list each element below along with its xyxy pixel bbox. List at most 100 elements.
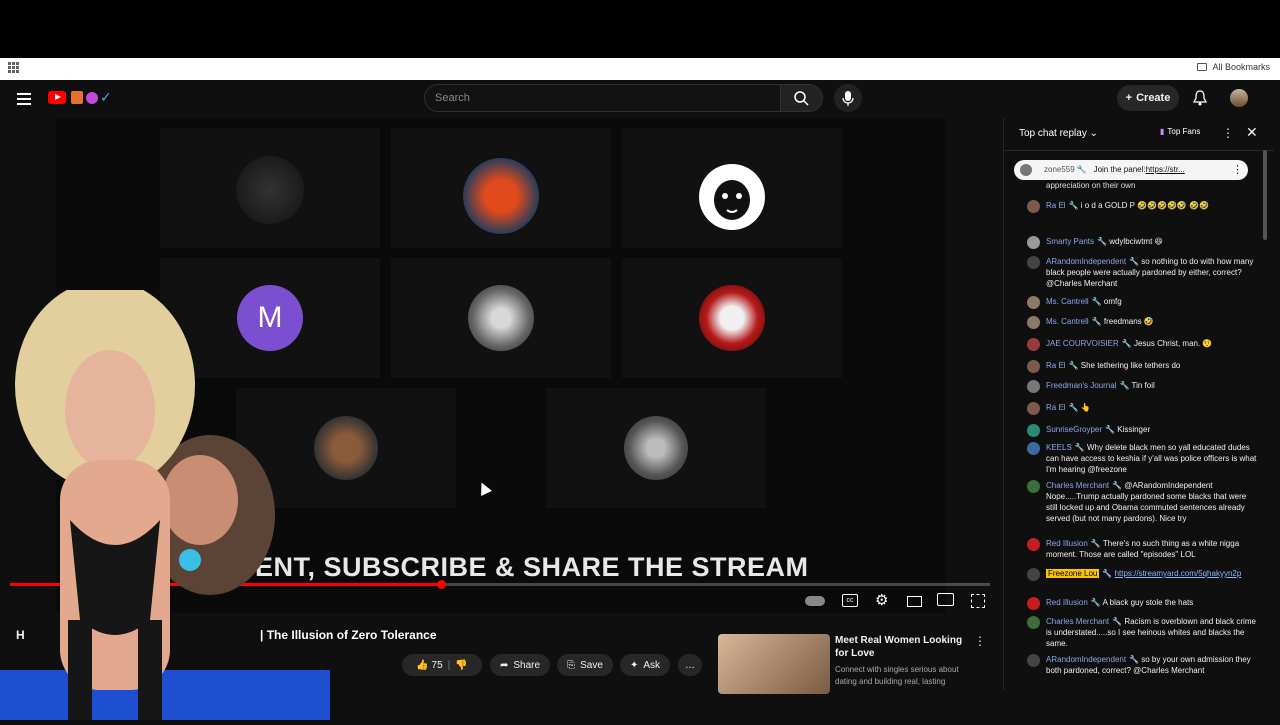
apps-grid-icon[interactable] bbox=[8, 62, 19, 73]
ad-thumbnail[interactable] bbox=[718, 634, 830, 694]
avatar bbox=[1027, 480, 1040, 493]
participant-tile bbox=[391, 128, 611, 248]
like-button[interactable]: 👍 75 bbox=[416, 660, 442, 671]
chat-author[interactable]: Red Illusion bbox=[1046, 598, 1088, 607]
chat-author[interactable]: SunriseGroyper bbox=[1046, 425, 1102, 434]
like-count: 75 bbox=[431, 659, 443, 671]
participant-avatar bbox=[699, 164, 765, 230]
pinned-menu-icon[interactable]: ⋮ bbox=[1232, 163, 1243, 176]
chat-author[interactable]: KEELS bbox=[1046, 443, 1072, 452]
chat-author[interactable]: Red Illusion bbox=[1046, 539, 1088, 548]
chat-author[interactable]: Ms. Cantrell bbox=[1046, 317, 1089, 326]
chat-message: Charles Merchant 🔧 Racism is overblown an… bbox=[1027, 616, 1257, 649]
participant-avatar bbox=[699, 285, 765, 351]
fullscreen-icon[interactable] bbox=[971, 594, 985, 608]
chat-message: ARandomIndependent 🔧 so nothing to do wit… bbox=[1027, 256, 1257, 289]
chat-message: Charles Merchant 🔧 @ARandomIndependent No… bbox=[1027, 480, 1257, 524]
avatar bbox=[1027, 236, 1040, 249]
chat-author[interactable]: Freezone Lou bbox=[1046, 569, 1100, 578]
avatar bbox=[1027, 597, 1040, 610]
chat-author[interactable]: JAE COURVOISIER bbox=[1046, 339, 1119, 348]
pinned-author: zone559 bbox=[1044, 165, 1075, 174]
chat-author[interactable]: Ra El bbox=[1046, 201, 1066, 210]
chat-message: Red Illusion 🔧 There's no such thing as a… bbox=[1027, 538, 1257, 560]
participant-tile bbox=[546, 388, 766, 508]
account-avatar[interactable] bbox=[1230, 89, 1248, 107]
chat-text: omfg bbox=[1103, 297, 1122, 306]
video-title-prefix: H bbox=[16, 628, 25, 642]
search-icon bbox=[794, 91, 809, 106]
chat-author[interactable]: Charles Merchant bbox=[1046, 481, 1109, 490]
chat-message: Ms. Cantrell 🔧 omfg bbox=[1027, 296, 1257, 309]
theater-mode-icon[interactable] bbox=[907, 596, 922, 607]
ask-button[interactable]: ✦ Ask bbox=[620, 654, 670, 676]
chat-message: KEELS 🔧 Why delete black men so yall educ… bbox=[1027, 442, 1257, 475]
chat-text: Tin foil bbox=[1131, 381, 1155, 390]
chat-author[interactable]: Freedman's Journal bbox=[1046, 381, 1116, 390]
more-actions-button[interactable]: … bbox=[678, 654, 702, 676]
chat-author[interactable]: Ra El bbox=[1046, 403, 1066, 412]
chat-message: Ra El 🔧 She tethering like tethers do bbox=[1027, 360, 1257, 373]
extension-icon[interactable] bbox=[71, 91, 83, 104]
avatar bbox=[1027, 616, 1040, 629]
notifications-bell-icon[interactable] bbox=[1192, 90, 1208, 109]
save-button[interactable]: ⎘ Save bbox=[557, 654, 613, 676]
chat-author[interactable]: Smarty Pants bbox=[1046, 237, 1094, 246]
chat-text: 👆 bbox=[1080, 403, 1091, 412]
avatar bbox=[1027, 654, 1040, 667]
create-button[interactable]: + Create bbox=[1117, 85, 1179, 111]
close-icon[interactable]: ✕ bbox=[1246, 124, 1258, 141]
chat-more-icon[interactable]: ⋮ bbox=[1222, 126, 1234, 140]
chat-message: Freedman's Journal 🔧 Tin foil bbox=[1027, 380, 1257, 393]
avatar bbox=[1027, 442, 1040, 455]
voice-search-button[interactable] bbox=[834, 84, 862, 112]
chat-author[interactable]: ARandomIndependent bbox=[1046, 257, 1126, 266]
chat-header: Top chat replay ⌄ ▮ Top Fans ⋮ ✕ bbox=[1004, 118, 1274, 151]
settings-gear-icon[interactable]: ⚙ bbox=[875, 591, 888, 609]
menu-icon[interactable] bbox=[17, 93, 31, 105]
browser-top-area bbox=[0, 0, 1280, 58]
avatar bbox=[1027, 380, 1040, 393]
chevron-down-icon: ⌄ bbox=[1089, 128, 1098, 139]
cast-icon[interactable] bbox=[937, 593, 954, 606]
pinned-message[interactable]: zone559 🔧 Join the panel:https://str... … bbox=[1014, 160, 1248, 180]
plus-icon: + bbox=[1125, 92, 1133, 104]
live-chat-panel: Top chat replay ⌄ ▮ Top Fans ⋮ ✕ zone559 … bbox=[1003, 118, 1274, 690]
top-fans-button[interactable]: ▮ Top Fans bbox=[1160, 127, 1200, 136]
extension-icon[interactable]: ✓ bbox=[100, 89, 112, 106]
chat-author[interactable]: Ra El bbox=[1046, 361, 1066, 370]
share-button[interactable]: ➦ Share bbox=[490, 654, 550, 676]
participant-tile bbox=[160, 128, 380, 248]
chat-message: Smarty Pants 🔧 wdylbciwtmt 😆 bbox=[1027, 236, 1257, 249]
avatar bbox=[1027, 424, 1040, 437]
chat-mode-dropdown[interactable]: Top chat replay ⌄ bbox=[1019, 128, 1098, 139]
chat-cut-message: appreciation on their own bbox=[1046, 181, 1136, 190]
avatar bbox=[1027, 338, 1040, 351]
pinned-link[interactable]: https://str... bbox=[1146, 165, 1185, 174]
captions-icon[interactable]: cc bbox=[842, 594, 858, 607]
chat-author[interactable]: ARandomIndependent bbox=[1046, 655, 1126, 664]
ad-title[interactable]: Meet Real Women Looking for Love bbox=[835, 634, 970, 660]
chat-text: wdylbciwtmt 😆 bbox=[1109, 237, 1163, 246]
participant-tile bbox=[622, 258, 842, 378]
chat-message: ARandomIndependent 🔧 so by your own admis… bbox=[1027, 654, 1257, 676]
all-bookmarks-button[interactable]: All Bookmarks bbox=[1197, 62, 1270, 72]
microphone-icon bbox=[842, 91, 854, 106]
ad-subtitle: Connect with singles serious about datin… bbox=[835, 665, 959, 686]
chat-author[interactable]: Ms. Cantrell bbox=[1046, 297, 1089, 306]
dislike-icon[interactable]: 👎 bbox=[455, 660, 467, 671]
search-button[interactable] bbox=[781, 84, 823, 112]
avatar bbox=[1027, 200, 1040, 213]
chat-author[interactable]: Charles Merchant bbox=[1046, 617, 1109, 626]
like-dislike-group: 👍 75 | 👎 bbox=[402, 654, 482, 676]
chat-scrollbar[interactable] bbox=[1263, 150, 1269, 690]
chat-text: She tethering like tethers do bbox=[1080, 361, 1181, 370]
avatar bbox=[1027, 538, 1040, 551]
search-input[interactable]: Search bbox=[424, 84, 781, 112]
masthead: ✓ Search + Create bbox=[0, 80, 1280, 118]
ad-menu-icon[interactable]: ⋮ bbox=[974, 634, 986, 648]
youtube-logo[interactable] bbox=[48, 91, 66, 104]
chat-text: https://streamyard.com/5qhakyyn2p bbox=[1114, 569, 1242, 578]
extension-icon[interactable] bbox=[86, 92, 98, 104]
autoplay-toggle[interactable] bbox=[805, 596, 825, 606]
